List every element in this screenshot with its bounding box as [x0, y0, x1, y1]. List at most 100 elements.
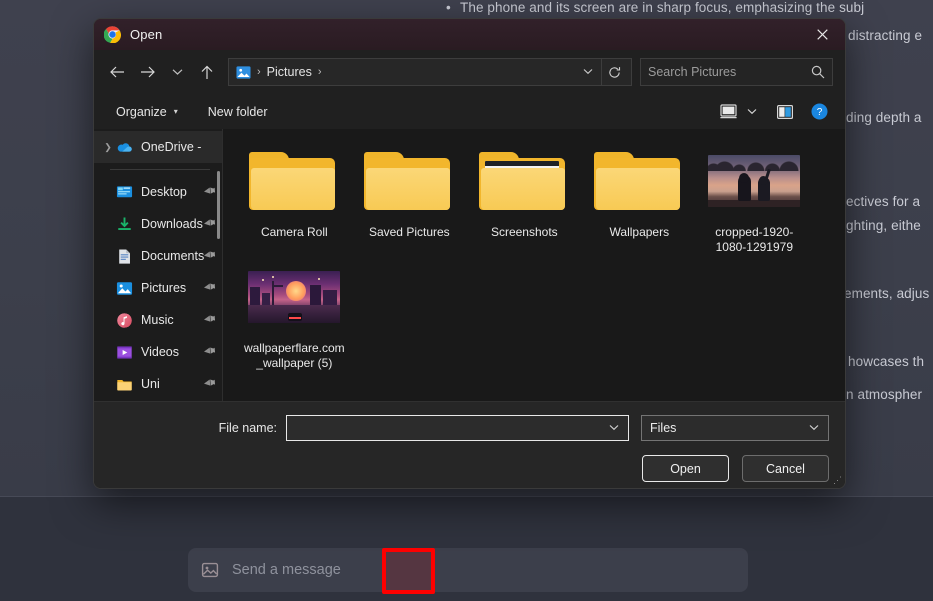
new-folder-button[interactable]: New folder — [200, 99, 276, 125]
annotation-highlight-box — [382, 548, 435, 594]
background-bullet: • — [446, 0, 451, 15]
folder-icon — [116, 376, 133, 393]
background-text-line: distracting e — [848, 28, 923, 43]
chevron-right-icon[interactable]: ❯ — [100, 142, 116, 153]
pin-icon[interactable] — [205, 143, 214, 151]
background-text-line: ghting, eithe — [846, 218, 921, 233]
filename-chevron-down-icon[interactable] — [604, 423, 624, 433]
file-name-label: cropped-1920-1080-1291979 — [715, 225, 794, 254]
breadcrumb-separator-1[interactable]: › — [318, 66, 322, 78]
desktop-icon — [116, 184, 133, 201]
sidebar-item-uni[interactable]: Uni — [94, 368, 222, 400]
sidebar-item-music[interactable]: Music — [94, 304, 222, 336]
filename-row: File name: Files — [110, 415, 829, 441]
preview-pane-icon[interactable] — [772, 99, 798, 125]
filename-combobox[interactable] — [286, 415, 629, 441]
organize-label: Organize — [116, 104, 167, 119]
folder-icon — [591, 145, 687, 217]
folder-icon — [246, 145, 342, 217]
image-file-tile[interactable]: cropped-1920-1080-1291979 — [697, 139, 812, 255]
chrome-icon — [104, 26, 121, 43]
folder-icon — [476, 145, 572, 217]
sidebar-item-pictures[interactable]: Pictures — [94, 272, 222, 304]
navigation-sidebar: ❯ OneDrive - Pers Desktop Downloads Document… — [94, 129, 223, 401]
image-file-tile[interactable]: wallpaperflare.com_wallpaper (5) — [237, 255, 352, 371]
sidebar-item-label: Documents — [141, 249, 204, 263]
help-icon[interactable]: ? — [806, 99, 833, 125]
forward-button[interactable] — [132, 57, 162, 87]
file-name-label: Camera Roll — [260, 225, 328, 239]
folder-tile[interactable]: Saved Pictures — [352, 139, 467, 255]
message-composer[interactable]: Send a message — [188, 548, 748, 592]
filename-label: File name: — [218, 421, 277, 435]
dialog-body: ❯ OneDrive - Pers Desktop Downloads Document… — [94, 129, 845, 401]
background-text-line: ectives for a — [846, 194, 921, 209]
background-text-line: howcases th — [848, 354, 925, 369]
cancel-button[interactable]: Cancel — [742, 455, 829, 482]
file-grid: Camera Roll Saved Pictures Screenshots Wall… — [237, 139, 845, 371]
command-bar: Organize ▾ New folder ? — [94, 94, 845, 129]
sidebar-item-label: Downloads — [141, 217, 203, 231]
file-name-label: Wallpapers — [609, 225, 670, 239]
sidebar-item-videos[interactable]: Videos — [94, 336, 222, 368]
new-folder-label: New folder — [207, 104, 268, 119]
sidebar-item-label: Music — [141, 313, 174, 327]
image-attach-icon[interactable] — [188, 548, 232, 592]
folder-tile[interactable]: Wallpapers — [582, 139, 697, 255]
background-text-line: n atmospher — [846, 387, 923, 402]
dialog-titlebar: Open — [94, 19, 845, 50]
address-bar[interactable]: › Pictures › — [228, 58, 632, 86]
file-list-area[interactable]: Camera Roll Saved Pictures Screenshots Wall… — [222, 129, 845, 401]
background-text-line: ements, adjus — [844, 286, 930, 301]
folder-tile[interactable]: Camera Roll — [237, 139, 352, 255]
sidebar-item-downloads[interactable]: Downloads — [94, 208, 222, 240]
up-one-level-button[interactable] — [192, 57, 222, 87]
svg-text:?: ? — [817, 107, 823, 118]
sidebar-item-documents[interactable]: Documents — [94, 240, 222, 272]
folder-tile[interactable]: Screenshots — [467, 139, 582, 255]
image-thumbnail — [706, 145, 802, 217]
navigation-bar: › Pictures › — [94, 50, 845, 94]
open-button[interactable]: Open — [642, 455, 729, 482]
documents-icon — [116, 248, 133, 265]
file-name-label: wallpaperflare.com_wallpaper (5) — [243, 341, 345, 370]
filter-chevron-down-icon[interactable] — [804, 423, 824, 433]
organize-button[interactable]: Organize ▾ — [108, 99, 186, 125]
dialog-button-row: Open Cancel — [110, 455, 829, 482]
sidebar-item-label: Desktop — [141, 185, 187, 199]
background-text-line: The phone and its screen are in sharp fo… — [460, 0, 865, 15]
refresh-icon[interactable] — [601, 59, 627, 85]
organize-chevron-down-icon: ▾ — [173, 107, 178, 116]
file-name-label: Saved Pictures — [368, 225, 450, 239]
sidebar-item-onedrive-pers[interactable]: ❯ OneDrive - Pers — [94, 131, 222, 163]
sidebar-list: ❯ OneDrive - Pers Desktop Downloads Document… — [94, 131, 222, 400]
address-chevron-down-icon[interactable] — [575, 67, 601, 78]
dialog-title: Open — [130, 27, 163, 42]
sidebar-scrollbar-thumb[interactable] — [216, 171, 220, 239]
videos-icon — [116, 344, 133, 361]
downloads-icon — [116, 216, 133, 233]
resize-grip[interactable]: ⋰ — [833, 475, 842, 486]
folder-icon — [361, 145, 457, 217]
close-icon[interactable] — [799, 19, 845, 50]
search-icon — [811, 65, 825, 79]
breadcrumb-separator-0: › — [257, 66, 261, 78]
file-open-dialog: Open › Pictures › Search Pictures Organi… — [93, 18, 846, 489]
sidebar-item-desktop[interactable]: Desktop — [94, 176, 222, 208]
recent-locations-chevron-down-icon[interactable] — [162, 57, 192, 87]
image-thumbnail — [246, 261, 342, 333]
composer-placeholder: Send a message — [232, 562, 341, 578]
file-type-filter-value: Files — [650, 421, 677, 435]
view-layout-icon[interactable] — [715, 99, 742, 125]
file-name-label: Screenshots — [490, 225, 558, 239]
dialog-footer: File name: Files Open Cancel ⋰ — [94, 401, 845, 488]
view-chevron-down-icon[interactable] — [742, 99, 762, 125]
onedrive-icon — [116, 139, 133, 156]
filename-input[interactable] — [293, 421, 604, 435]
file-type-filter-combobox[interactable]: Files — [641, 415, 829, 441]
music-icon — [116, 312, 133, 329]
search-input[interactable] — [648, 65, 811, 79]
back-button[interactable] — [102, 57, 132, 87]
search-box[interactable] — [640, 58, 833, 86]
breadcrumb-pictures[interactable]: Pictures — [267, 65, 312, 79]
